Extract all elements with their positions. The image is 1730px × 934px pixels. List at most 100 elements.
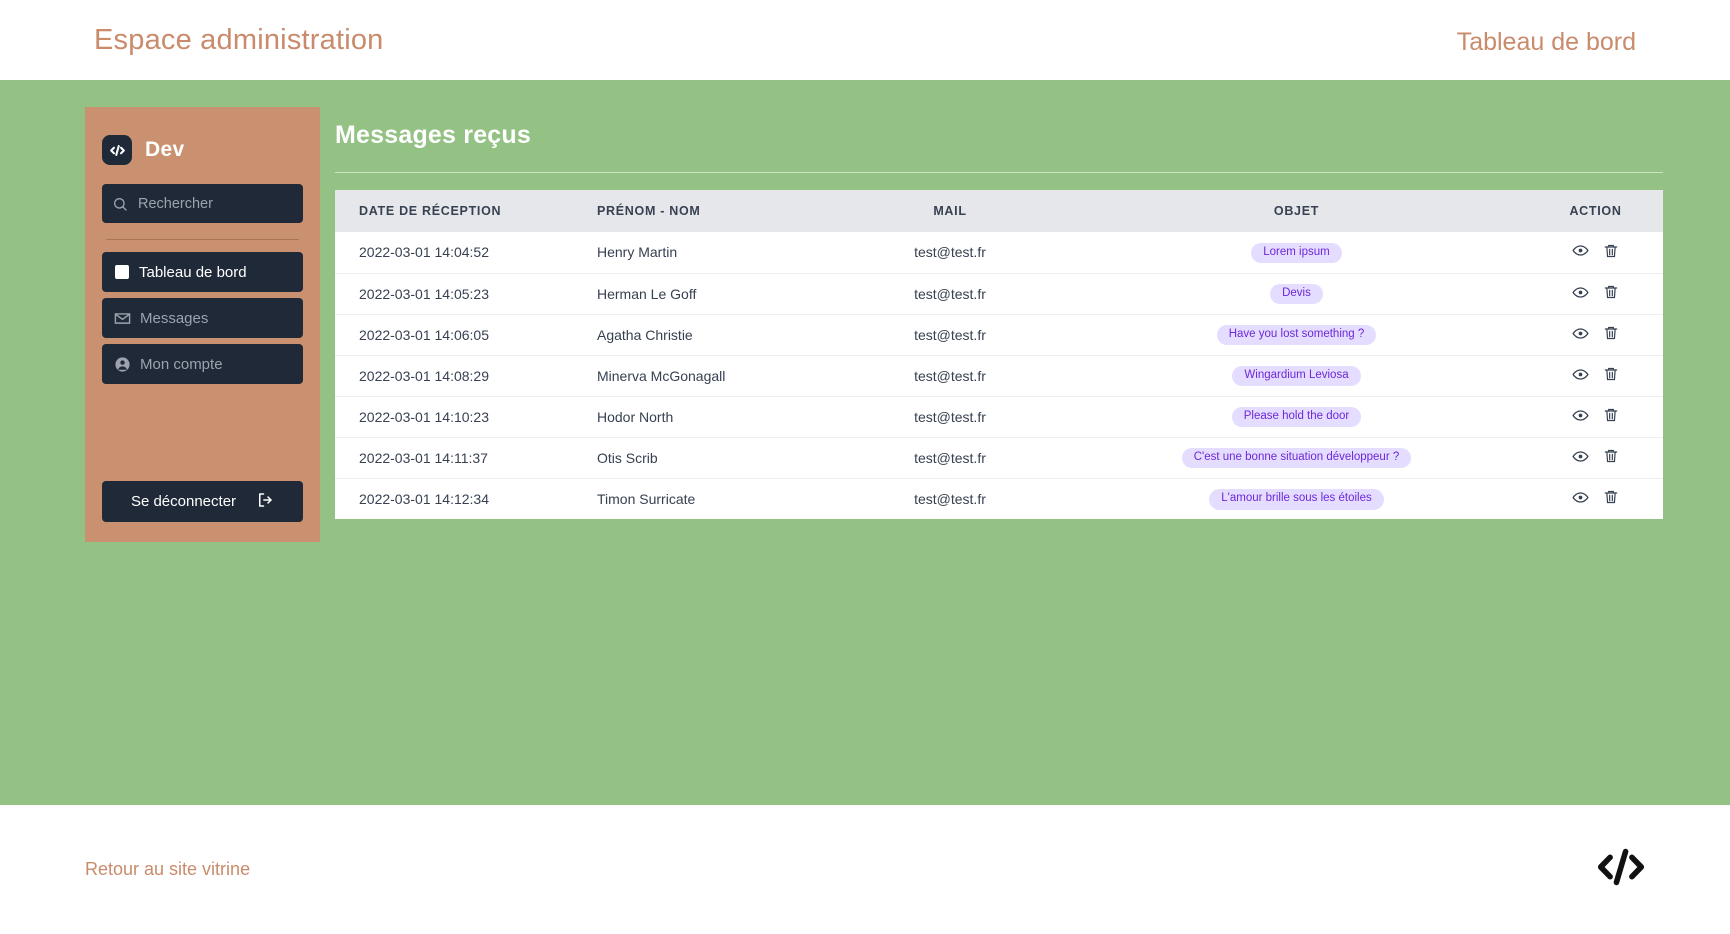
sidebar-item-tableau-de-bord[interactable]: Tableau de bord [102,252,303,292]
cell-name: Minerva McGonagall [585,355,835,397]
row-actions [1572,366,1619,386]
table-row: 2022-03-01 14:04:52 Henry Martin test@test… [335,232,1663,274]
row-actions [1572,325,1619,345]
cell-objet: Devis [1065,273,1528,315]
eye-icon[interactable] [1572,366,1589,386]
table-row: 2022-03-01 14:11:37 Otis Scrib test@test.f… [335,437,1663,479]
objet-tag: C'est une bonne situation développeur ? [1181,447,1412,469]
cell-date: 2022-03-01 14:08:29 [335,355,585,397]
row-actions [1572,242,1619,262]
cell-objet: Wingardium Leviosa [1065,355,1528,397]
cell-action [1528,437,1663,479]
cell-name: Henry Martin [585,232,835,274]
cell-date: 2022-03-01 14:04:52 [335,232,585,274]
messages-table-card: DATE DE RÉCEPTION PRÉNOM - NOM MAIL OBJE… [335,190,1663,519]
cell-objet: Lorem ipsum [1065,232,1528,274]
sidebar-item-label: Messages [140,309,209,327]
table-body: 2022-03-01 14:04:52 Henry Martin test@test… [335,232,1663,519]
sign-out-icon [256,491,274,513]
eye-icon[interactable] [1572,448,1589,468]
cell-date: 2022-03-01 14:11:37 [335,437,585,479]
trash-icon[interactable] [1603,325,1619,344]
table-row: 2022-03-01 14:06:05 Agatha Christie test@t… [335,314,1663,356]
table-head: DATE DE RÉCEPTION PRÉNOM - NOM MAIL OBJE… [335,190,1663,232]
content-title: Messages reçus [335,121,531,149]
cell-name: Otis Scrib [585,437,835,479]
cell-mail: test@test.fr [835,355,1065,397]
column-header-objet: OBJET [1065,190,1528,232]
admin-dashboard-page: Espace administration Tableau de bord De… [0,0,1730,934]
cell-action [1528,314,1663,356]
cell-action [1528,396,1663,438]
cell-mail: test@test.fr [835,232,1065,274]
sidebar-divider [106,239,299,240]
row-actions [1572,489,1619,509]
column-header-date: DATE DE RÉCEPTION [335,190,585,232]
search-icon [112,196,128,212]
table-row: 2022-03-01 14:05:23 Herman Le Goff test@te… [335,273,1663,315]
cell-action [1528,355,1663,397]
envelope-icon [114,310,131,327]
table-row: 2022-03-01 14:12:34 Timon Surricate test@t… [335,478,1663,519]
sidebar-item-mon-compte[interactable]: Mon compte [102,344,303,384]
cell-mail: test@test.fr [835,314,1065,356]
cell-objet: Have you lost something ? [1065,314,1528,356]
back-to-site-link[interactable]: Retour au site vitrine [85,859,250,880]
trash-icon[interactable] [1603,243,1619,262]
eye-icon[interactable] [1572,489,1589,509]
trash-icon[interactable] [1603,366,1619,385]
eye-icon[interactable] [1572,325,1589,345]
cell-action [1528,478,1663,519]
objet-tag: Please hold the door [1231,406,1362,428]
objet-tag: Devis [1270,283,1323,305]
sidebar-item-label: Mon compte [140,355,223,373]
cell-objet: L'amour brille sous les étoiles [1065,478,1528,519]
sidebar-brand: Dev [102,123,303,171]
sidebar-item-label: Tableau de bord [139,263,247,281]
logout-button[interactable]: Se déconnecter [102,481,303,522]
cell-date: 2022-03-01 14:06:05 [335,314,585,356]
search-box[interactable] [102,184,303,223]
trash-icon[interactable] [1603,448,1619,467]
cell-date: 2022-03-01 14:10:23 [335,396,585,438]
cell-action [1528,232,1663,274]
cell-mail: test@test.fr [914,490,986,507]
trash-icon[interactable] [1603,284,1619,303]
trash-icon[interactable] [1603,489,1619,508]
row-actions [1572,448,1619,468]
eye-icon[interactable] [1572,407,1589,427]
cell-mail: test@test.fr [835,396,1065,438]
row-actions [1572,284,1619,304]
footer: Retour au site vitrine [0,805,1730,934]
objet-tag: L'amour brille sous les étoiles [1209,489,1384,510]
cell-date: 2022-03-01 14:05:23 [335,273,585,315]
cell-objet: Please hold the door [1065,396,1528,438]
code-icon [102,135,132,165]
cell-mail: test@test.fr [835,273,1065,315]
table-header-row: DATE DE RÉCEPTION PRÉNOM - NOM MAIL OBJE… [335,190,1663,232]
cell-name: Timon Surricate [597,490,696,507]
messages-table: DATE DE RÉCEPTION PRÉNOM - NOM MAIL OBJE… [335,190,1663,519]
cell-objet: C'est une bonne situation développeur ? [1065,437,1528,479]
header-page-label: Tableau de bord [1456,27,1636,56]
row-actions [1572,407,1619,427]
title-divider [335,172,1663,173]
chart-bar-icon [114,264,130,280]
objet-tag: Have you lost something ? [1216,324,1377,346]
content-panel: Messages reçus DATE DE RÉCEPTION PRÉNOM … [335,107,1663,519]
cell-date: 2022-03-01 14:12:34 [359,490,489,507]
cell-name: Hodor North [585,396,835,438]
trash-icon[interactable] [1603,407,1619,426]
column-header-mail: MAIL [835,190,1065,232]
sidebar-item-messages[interactable]: Messages [102,298,303,338]
top-header: Espace administration Tableau de bord [0,0,1730,80]
cell-name: Herman Le Goff [585,273,835,315]
sidebar: Dev Rechercher Tableau de bord Messages … [85,107,320,542]
eye-icon[interactable] [1572,284,1589,304]
objet-tag: Wingardium Leviosa [1232,365,1361,387]
search-input[interactable] [138,195,293,212]
eye-icon[interactable] [1572,242,1589,262]
main-area: Dev Rechercher Tableau de bord Messages … [0,80,1730,805]
page-title: Espace administration [94,23,384,56]
